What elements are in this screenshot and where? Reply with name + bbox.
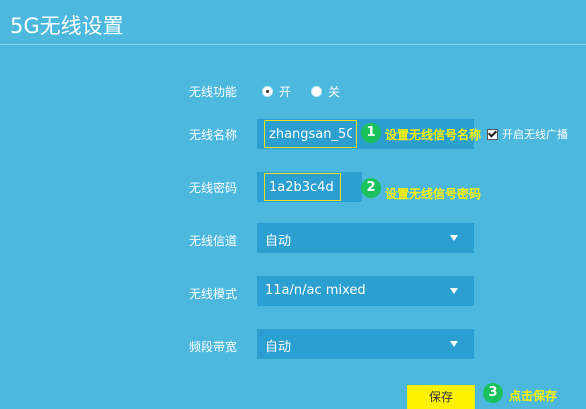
bandwidth-label: 频段带宽	[189, 340, 238, 354]
broadcast-checkbox[interactable]	[487, 128, 498, 140]
bandwidth-select-value: 自动	[265, 340, 292, 355]
step-1-badge: 1	[361, 123, 381, 143]
wireless-function-label: 无线功能	[189, 85, 238, 99]
ssid-hint: 设置无线信号名称	[385, 128, 482, 142]
password-label: 无线密码	[189, 181, 238, 195]
broadcast-checkbox-group[interactable]: 开启无线广播	[487, 126, 568, 142]
step-3-badge: 3	[483, 383, 503, 403]
radio-on-label: 开	[279, 85, 292, 99]
channel-select[interactable]: 自动	[257, 223, 474, 253]
chevron-down-icon	[450, 235, 458, 241]
page-title: 5G无线设置	[10, 14, 124, 38]
chevron-down-icon	[450, 341, 458, 347]
save-hint: 点击保存	[509, 389, 558, 403]
radio-on-indicator[interactable]	[262, 86, 273, 97]
radio-off-indicator[interactable]	[311, 86, 322, 97]
password-input[interactable]	[264, 173, 341, 201]
mode-select[interactable]: 11a/n/ac mixed	[257, 276, 474, 306]
mode-label: 无线模式	[189, 287, 238, 301]
mode-select-value: 11a/n/ac mixed	[265, 283, 366, 298]
ssid-input[interactable]	[264, 120, 357, 148]
radio-on[interactable]: 开	[262, 83, 291, 100]
bandwidth-select[interactable]: 自动	[257, 329, 474, 359]
radio-off-label: 关	[328, 85, 341, 99]
chevron-down-icon	[450, 288, 458, 294]
save-button[interactable]: 保存	[407, 385, 475, 409]
title-divider	[0, 44, 586, 45]
broadcast-label: 开启无线广播	[502, 128, 568, 141]
step-2-badge: 2	[361, 178, 381, 198]
channel-select-value: 自动	[265, 234, 292, 249]
channel-label: 无线信道	[189, 234, 238, 248]
password-hint: 设置无线信号密码	[385, 187, 482, 201]
ssid-label: 无线名称	[189, 128, 238, 142]
radio-off[interactable]: 关	[311, 83, 340, 100]
